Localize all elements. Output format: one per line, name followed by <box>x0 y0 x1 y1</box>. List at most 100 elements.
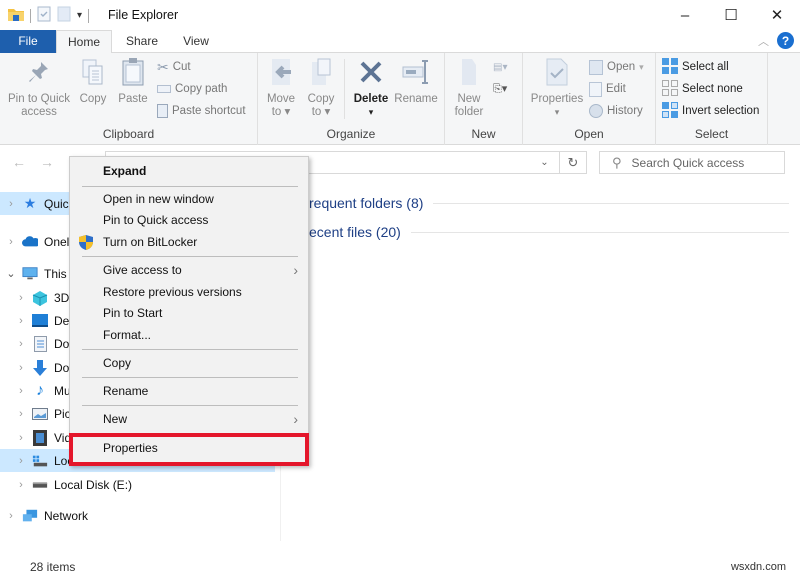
select-group: Select all Select none Invert selection … <box>656 53 768 145</box>
move-to-label-line1: Move <box>266 93 296 105</box>
copy-to-button[interactable]: Copy to ▾ <box>304 57 338 119</box>
paste-shortcut-button[interactable]: Paste shortcut <box>157 101 246 121</box>
search-icon: ⚲ <box>612 154 622 170</box>
new-folder-icon[interactable] <box>57 6 71 25</box>
nav-item-label: Do <box>54 360 70 375</box>
menu-item-restore-previous-versions[interactable]: Restore previous versions <box>70 282 308 303</box>
select-all-button[interactable]: Select all <box>662 57 729 77</box>
back-button[interactable]: ← <box>12 154 26 170</box>
copy-button[interactable]: Copy <box>76 57 110 106</box>
minimize-button[interactable]: – <box>662 0 708 30</box>
tab-home[interactable]: Home <box>56 30 112 54</box>
chevron-right-icon[interactable]: › <box>16 408 26 420</box>
open-group: Properties ▾ Open ▾ Edit History Open <box>523 53 656 145</box>
customize-dropdown-icon[interactable]: ▾ <box>77 10 82 21</box>
search-box[interactable]: ⚲ Search Quick access <box>599 151 785 174</box>
menu-item-give-access-to[interactable]: Give access to › <box>70 260 308 281</box>
delete-button[interactable]: Delete ▾ <box>352 57 390 119</box>
chevron-right-icon[interactable]: › <box>6 198 16 210</box>
folder-icon[interactable] <box>8 7 24 24</box>
delete-x-icon <box>359 60 383 88</box>
shield-icon <box>79 235 93 257</box>
chevron-right-icon[interactable]: › <box>6 510 16 522</box>
menu-item-format[interactable]: Format... <box>70 325 308 346</box>
menu-item-new[interactable]: New › <box>70 409 308 430</box>
select-none-button[interactable]: Select none <box>662 79 743 99</box>
cut-button[interactable]: ✂ Cut <box>157 57 191 77</box>
help-icon[interactable]: ? <box>777 32 794 49</box>
menu-item-rename[interactable]: Rename <box>70 381 308 402</box>
forward-button[interactable]: → <box>40 154 54 170</box>
properties-icon <box>544 57 570 91</box>
move-to-label-line2: to ▾ <box>271 106 291 118</box>
video-icon <box>32 429 48 446</box>
search-placeholder: Search Quick access <box>631 155 745 170</box>
move-to-button[interactable]: Move to ▾ <box>264 57 298 119</box>
nav-item-label: Network <box>44 508 89 523</box>
chevron-right-icon[interactable]: › <box>16 455 26 467</box>
maximize-button[interactable]: ☐ <box>708 0 754 30</box>
ribbon: Pin to Quick access Copy Paste ✂ Cut Cop… <box>0 53 800 145</box>
edit-button[interactable]: Edit <box>589 79 626 99</box>
toolbar-divider <box>30 8 31 23</box>
section-label: requent folders (8) <box>309 195 424 211</box>
pin-label-line1: Pin to Quick <box>8 93 70 105</box>
open-icon <box>589 59 603 75</box>
collapse-ribbon-icon[interactable]: ︿ <box>758 33 769 49</box>
frequent-folders-header[interactable]: requent folders (8) <box>309 195 789 211</box>
menu-item-label: Turn on BitLocker <box>103 235 198 249</box>
menu-item-turn-on-bitlocker[interactable]: Turn on BitLocker <box>70 232 308 253</box>
menu-item-pin-to-quick-access[interactable]: Pin to Quick access <box>70 210 308 231</box>
easy-access-button[interactable]: ⎘▾ <box>493 81 507 96</box>
nav-item-label: This <box>44 266 67 281</box>
menu-item-open-in-new-window[interactable]: Open in new window <box>70 189 308 210</box>
tab-file[interactable]: File <box>0 30 56 53</box>
chevron-right-icon[interactable]: › <box>16 362 26 374</box>
chevron-right-icon[interactable]: › <box>6 236 16 248</box>
nav-item-label: Quic <box>44 196 69 211</box>
new-folder-icon <box>458 57 480 91</box>
rename-label: Rename <box>394 93 438 105</box>
menu-item-pin-to-start[interactable]: Pin to Start <box>70 303 308 324</box>
chevron-right-icon[interactable]: › <box>16 315 26 327</box>
invert-selection-button[interactable]: Invert selection <box>662 101 759 121</box>
history-button[interactable]: History <box>589 101 643 121</box>
cloud-icon <box>22 235 38 249</box>
menu-item-expand[interactable]: Expand <box>70 161 308 182</box>
new-item-button[interactable]: ▤▾ <box>493 59 507 73</box>
copy-path-button[interactable]: Copy path <box>157 79 227 99</box>
chevron-down-icon[interactable]: ⌄ <box>6 267 16 280</box>
ribbon-tabs: File Home Share View <box>0 30 800 54</box>
submenu-arrow-icon: › <box>293 411 298 427</box>
chevron-right-icon[interactable]: › <box>16 338 26 350</box>
rename-icon <box>401 59 431 89</box>
chevron-right-icon[interactable]: › <box>16 479 26 491</box>
chevron-right-icon[interactable]: › <box>16 292 26 304</box>
chevron-right-icon[interactable]: › <box>16 385 26 397</box>
properties-icon[interactable] <box>37 6 51 25</box>
close-button[interactable]: ✕ <box>754 0 800 30</box>
recent-files-header[interactable]: ecent files (20) <box>309 224 789 240</box>
properties-button[interactable]: Properties ▾ <box>529 57 585 119</box>
menu-separator <box>82 256 298 257</box>
pin-label-line2: access <box>21 106 57 118</box>
open-button[interactable]: Open ▾ <box>589 57 644 77</box>
chevron-right-icon[interactable]: › <box>16 432 26 444</box>
rename-button[interactable]: Rename <box>394 57 438 106</box>
new-folder-button[interactable]: New folder <box>451 57 487 119</box>
new-folder-label-line2: folder <box>454 106 484 118</box>
refresh-button[interactable]: ↻ <box>559 151 587 174</box>
address-history-dropdown[interactable]: ⌄ <box>530 151 560 174</box>
properties-label: Properties <box>530 93 584 105</box>
pin-icon <box>28 60 50 88</box>
menu-item-copy[interactable]: Copy <box>70 353 308 374</box>
pin-to-quick-access-button[interactable]: Pin to Quick access <box>4 57 74 119</box>
copy-path-label: Copy path <box>175 83 228 95</box>
item-count: 28 items <box>30 560 76 574</box>
paste-button[interactable]: Paste <box>116 57 150 106</box>
menu-item-label: Give access to <box>103 263 182 277</box>
tab-view[interactable]: View <box>172 30 220 53</box>
tab-share[interactable]: Share <box>116 30 168 53</box>
nav-item-network[interactable]: › Network <box>0 504 275 527</box>
nav-item-local-disk-e[interactable]: › Local Disk (E:) <box>0 473 275 496</box>
